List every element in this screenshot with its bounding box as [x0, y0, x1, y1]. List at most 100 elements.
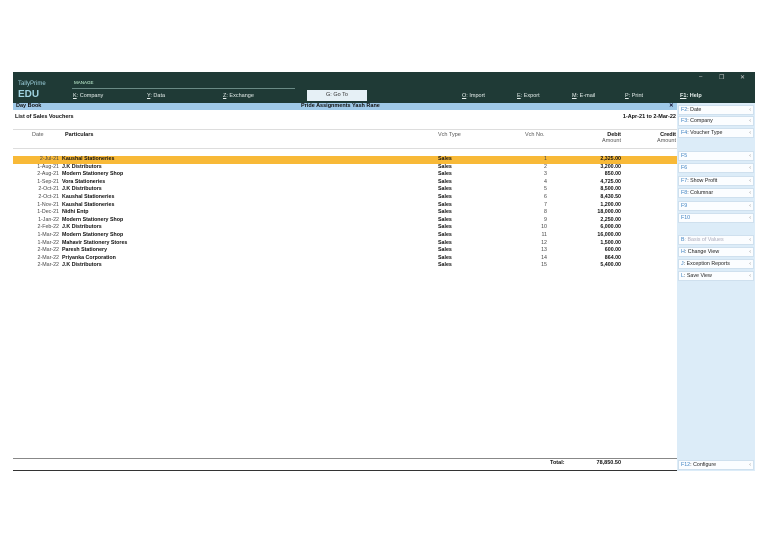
menu-label: : E-mail: [576, 93, 596, 99]
table-row[interactable]: 2-Jul-21 Kaushal Stationeries Sales 1 2,325.…: [13, 156, 677, 164]
cell-vch-type: Sales: [438, 247, 452, 254]
chevron-left-icon: ‹: [749, 130, 751, 136]
cell-date: 1-Nov-21: [37, 201, 59, 208]
cell-vch-type: Sales: [438, 194, 452, 200]
table-row[interactable]: 2-Mar-22 Priyanka Corporation Sales 14 864.0…: [13, 255, 677, 263]
cell-date: 2-Mar-22: [37, 254, 60, 261]
cell-vch-type: Sales: [438, 171, 452, 178]
menu-company[interactable]: K: Company: [73, 93, 103, 99]
cell-date: 1-Sep-21: [37, 178, 59, 185]
cell-vch-no: 13: [541, 247, 547, 254]
close-window-icon[interactable]: ✕: [740, 74, 745, 81]
table-row[interactable]: 2-Feb-22 J.K Distributors Sales 10 6,000.00: [13, 224, 677, 232]
panel-key: F12: [681, 462, 691, 468]
cell-particulars: Modern Stationery Shop: [62, 171, 124, 178]
edition-label: EDU: [18, 89, 40, 100]
report-period[interactable]: 1-Apr-21 to 2-Mar-22: [573, 114, 676, 120]
manage-label: MANAGE: [74, 80, 94, 85]
panel-label: : Change View: [684, 249, 720, 255]
cell-vch-type: Sales: [438, 209, 452, 216]
table-row[interactable]: 1-Aug-21 J.K Distributors Sales 2 3,200.00: [13, 164, 677, 172]
table-row[interactable]: 1-Dec-21 Nidhi Entp Sales 8 18,000.00: [13, 209, 677, 217]
divider: [13, 148, 677, 149]
cell-debit: 8,500.00: [600, 186, 621, 193]
chevron-left-icon: ‹: [749, 203, 751, 209]
chevron-left-icon: ‹: [749, 178, 751, 184]
menu-import[interactable]: O: Import: [462, 93, 485, 99]
panel-button-l[interactable]: L: Save View ‹: [678, 271, 754, 281]
cell-debit: 5,400.00: [600, 262, 621, 269]
panel-key: F10: [681, 215, 691, 221]
panel-label: : Show Profit: [687, 178, 718, 184]
cell-vch-no: 10: [541, 224, 547, 231]
menu-label: : Company: [76, 93, 104, 99]
cell-debit: 1,500.00: [600, 239, 621, 246]
cell-date: 2-Mar-22: [37, 262, 60, 269]
cell-date: 1-Mar-22: [37, 232, 60, 238]
panel-button-f12[interactable]: F12: Configure ‹: [678, 460, 754, 470]
cell-particulars: J.K Distributors: [62, 224, 102, 231]
chevron-left-icon: ‹: [749, 190, 751, 196]
menu-exchange[interactable]: Z: Exchange: [223, 93, 254, 99]
panel-button-f3[interactable]: F3: Company ‹: [678, 116, 754, 126]
cell-date: 1-Mar-22: [37, 239, 60, 246]
cell-vch-type: Sales: [438, 216, 452, 223]
table-row[interactable]: 1-Mar-22 Mahavir Stationery Stores Sales 12…: [13, 240, 677, 248]
cell-vch-no: 11: [541, 232, 548, 238]
panel-button-f2[interactable]: F2: Date ‹: [678, 105, 754, 115]
tally-window: TallyPrime EDU MANAGE K: Company Y: Data Z…: [13, 72, 755, 471]
cell-particulars: Paresh Stationery: [62, 247, 108, 254]
menu-data[interactable]: Y: Data: [147, 93, 165, 99]
minimize-icon[interactable]: –: [699, 74, 702, 80]
panel-button-h[interactable]: H: Change View ‹: [678, 247, 754, 257]
cell-particulars: Vora Stationeries: [62, 178, 106, 185]
panel-key: F6: [681, 165, 688, 171]
menu-help[interactable]: F1: Help: [680, 93, 702, 99]
table-row[interactable]: 2-Oct-21 J.K Distributors Sales 5 8,500.00: [13, 186, 677, 194]
top-bar: TallyPrime EDU MANAGE K: Company Y: Data Z…: [13, 72, 755, 103]
menu-email[interactable]: M: E-mail: [572, 93, 595, 99]
panel-label: : Voucher Type: [687, 130, 723, 136]
cell-vch-no: 15: [541, 262, 547, 269]
restore-icon[interactable]: ❐: [719, 74, 724, 81]
panel-button-f8[interactable]: F8: Columnar ‹: [678, 188, 754, 198]
table-row[interactable]: 1-Nov-21 Kaushal Stationeries Sales 7 1,200.…: [13, 202, 677, 210]
cell-vch-no: 8: [544, 209, 547, 216]
chevron-left-icon: ‹: [749, 165, 751, 171]
panel-label: : Date: [687, 107, 702, 113]
table-row[interactable]: 2-Oct-21 Kaushal Stationeries Sales 6 8,430.…: [13, 194, 677, 202]
chevron-left-icon: ‹: [749, 107, 751, 113]
cell-debit: 2,325.00: [600, 156, 621, 162]
divider: [13, 458, 677, 459]
table-row[interactable]: 2-Aug-21 Modern Stationery Shop Sales 3 850.…: [13, 171, 677, 179]
menu-label: : Help: [686, 93, 702, 99]
menu-export[interactable]: E: Export: [517, 93, 540, 99]
table-row[interactable]: 1-Sep-21 Vora Stationeries Sales 4 4,725.00: [13, 179, 677, 187]
goto-button[interactable]: G: Go To: [307, 90, 367, 101]
cell-debit: 16,000.00: [597, 232, 621, 238]
menu-print[interactable]: P: Print: [625, 93, 643, 99]
panel-button-j[interactable]: J: Exception Reports ‹: [678, 259, 754, 269]
panel-button-f6[interactable]: F6 ‹: [678, 163, 754, 173]
panel-button-f5[interactable]: F5 ‹: [678, 151, 754, 161]
panel-button-f4[interactable]: F4: Voucher Type ‹: [678, 128, 754, 138]
table-row[interactable]: 2-Mar-22 J.K Distributors Sales 15 5,400.00: [13, 262, 677, 270]
panel-button-f9[interactable]: F9 ‹: [678, 201, 754, 211]
table-row[interactable]: 1-Mar-22 Modern Stationery Shop Sales 11 16,…: [13, 232, 677, 240]
cell-vch-type: Sales: [438, 156, 452, 162]
cell-vch-no: 14: [541, 254, 547, 261]
cell-vch-type: Sales: [438, 224, 452, 231]
cell-date: 1-Dec-21: [37, 209, 59, 216]
cell-particulars: J.K Distributors: [62, 186, 102, 193]
table-row[interactable]: 2-Mar-22 Paresh Stationery Sales 13 600.00: [13, 247, 677, 255]
cell-debit: 18,000.00: [597, 209, 621, 216]
panel-button-f7[interactable]: F7: Show Profit ‹: [678, 176, 754, 186]
close-report-icon[interactable]: ✕: [669, 103, 674, 110]
panel-button-b[interactable]: B: Basis of Values ‹: [678, 235, 754, 245]
cell-vch-no: 7: [544, 201, 547, 208]
panel-button-f10[interactable]: F10 ‹: [678, 213, 754, 223]
cell-date: 1-Aug-21: [37, 163, 59, 170]
menu-label: : Export: [520, 93, 540, 99]
table-row[interactable]: 1-Jan-22 Modern Stationery Shop Sales 9 2,25…: [13, 217, 677, 225]
col-particulars: Particulars: [65, 132, 94, 138]
